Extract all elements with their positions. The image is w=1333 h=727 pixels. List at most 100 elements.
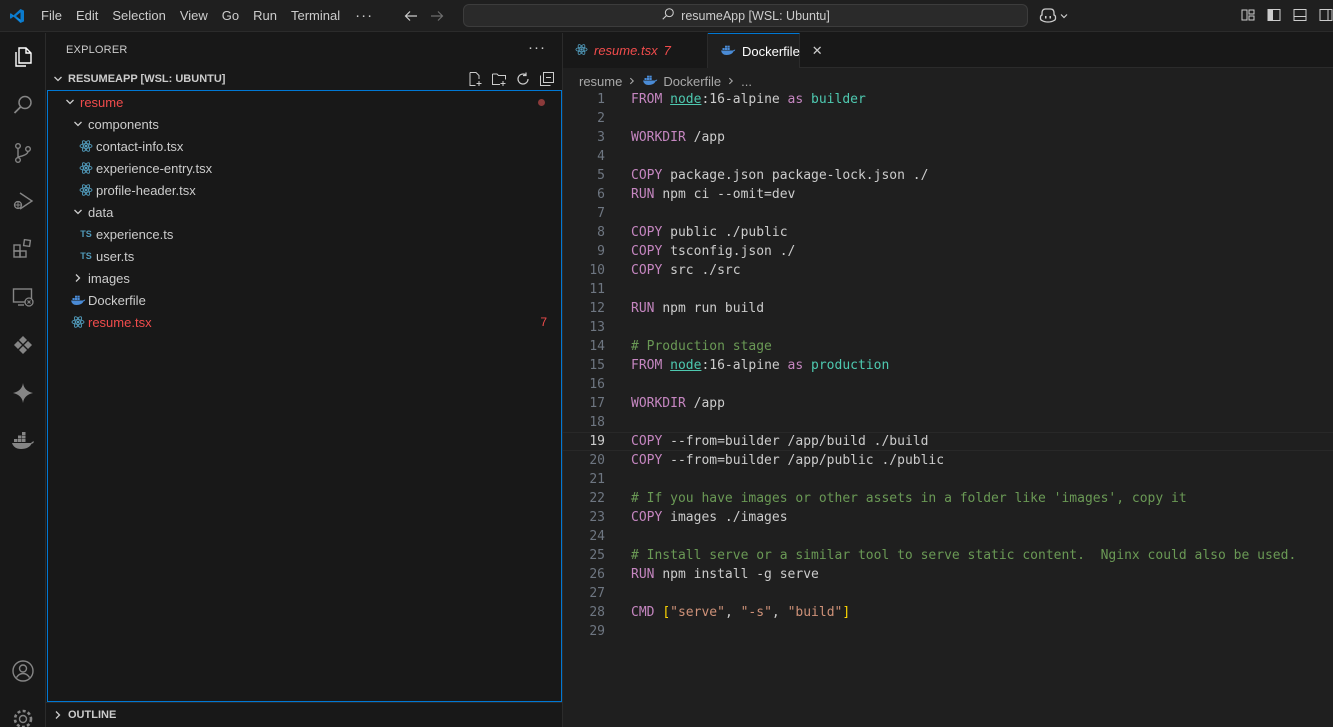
code-token: node bbox=[670, 92, 702, 107]
code-line[interactable]: 27 bbox=[563, 584, 1333, 603]
line-number: 18 bbox=[589, 415, 605, 430]
new-folder-icon[interactable] bbox=[491, 71, 507, 87]
menu-selection[interactable]: Selection bbox=[105, 0, 172, 32]
code-line[interactable]: 26 RUN npm install -g serve bbox=[563, 565, 1333, 584]
menu-run[interactable]: Run bbox=[246, 0, 284, 32]
close-tab-icon[interactable]: ✕ bbox=[812, 43, 823, 59]
line-text: CMD ["serve", "-s", "build"] bbox=[631, 605, 850, 620]
copilot-menu-button[interactable] bbox=[1039, 7, 1069, 26]
code-line[interactable]: 2 bbox=[563, 109, 1333, 128]
code-line[interactable]: 18 bbox=[563, 413, 1333, 432]
accounts-icon[interactable] bbox=[9, 657, 37, 685]
code-token: as bbox=[787, 92, 812, 107]
remote-extension-icon[interactable] bbox=[9, 331, 37, 359]
code-line[interactable]: 7 bbox=[563, 204, 1333, 223]
code-line[interactable]: 9 COPY tsconfig.json ./ bbox=[563, 242, 1333, 261]
code-line[interactable]: 4 bbox=[563, 147, 1333, 166]
explorer-icon[interactable] bbox=[9, 43, 37, 71]
tree-file-contact-info[interactable]: contact-info.tsx bbox=[48, 135, 561, 157]
manage-gear-icon[interactable] bbox=[9, 705, 37, 727]
workspace-header[interactable]: RESUMEAPP [WSL: UBUNTU] bbox=[46, 68, 563, 90]
react-file-icon bbox=[78, 182, 94, 198]
tree-file-user-ts[interactable]: TS user.ts bbox=[48, 245, 561, 267]
tree-label: data bbox=[88, 204, 114, 220]
code-line[interactable]: 14 # Production stage bbox=[563, 337, 1333, 356]
run-and-debug-icon[interactable] bbox=[9, 187, 37, 215]
command-center-search[interactable]: resumeApp [WSL: Ubuntu] bbox=[463, 4, 1028, 27]
menu-view[interactable]: View bbox=[173, 0, 215, 32]
navigation-arrows bbox=[403, 8, 445, 24]
menu-terminal[interactable]: Terminal bbox=[284, 0, 347, 32]
code-line[interactable]: 3 WORKDIR /app bbox=[563, 128, 1333, 147]
tree-folder-components[interactable]: components bbox=[48, 113, 561, 135]
code-token: "-s" bbox=[740, 605, 772, 620]
search-icon[interactable] bbox=[9, 91, 37, 119]
copilot-chat-icon[interactable] bbox=[9, 379, 37, 407]
tab-dockerfile[interactable]: Dockerfile ✕ bbox=[708, 33, 823, 68]
code-line[interactable]: 1 FROM node:16-alpine as builder bbox=[563, 90, 1333, 109]
tree-folder-resume[interactable]: resume bbox=[48, 91, 561, 113]
code-token: RUN bbox=[631, 567, 663, 582]
remote-explorer-icon[interactable] bbox=[9, 283, 37, 311]
tree-file-experience-entry[interactable]: experience-entry.tsx bbox=[48, 157, 561, 179]
code-line[interactable]: 20 COPY --from=builder /app/public ./publ… bbox=[563, 451, 1333, 470]
tree-folder-images[interactable]: images bbox=[48, 267, 561, 289]
code-token: package.json package-lock.json ./ bbox=[670, 168, 929, 183]
code-line[interactable]: 24 bbox=[563, 527, 1333, 546]
toggle-panel-icon[interactable] bbox=[1292, 7, 1308, 23]
code-line[interactable]: 17 WORKDIR /app bbox=[563, 394, 1333, 413]
breadcrumb-item-dockerfile[interactable]: Dockerfile bbox=[663, 74, 721, 89]
code-editor[interactable]: 1 FROM node:16-alpine as builder 2 3 WORKDIR… bbox=[563, 90, 1333, 641]
code-line[interactable]: 21 bbox=[563, 470, 1333, 489]
menu-edit[interactable]: Edit bbox=[69, 0, 105, 32]
code-line[interactable]: 19 COPY --from=builder /app/build ./build bbox=[563, 432, 1333, 451]
react-file-icon bbox=[70, 314, 86, 330]
extensions-icon[interactable] bbox=[9, 235, 37, 263]
menu-go[interactable]: Go bbox=[215, 0, 246, 32]
code-line[interactable]: 13 bbox=[563, 318, 1333, 337]
tree-file-dockerfile[interactable]: Dockerfile bbox=[48, 289, 561, 311]
refresh-icon[interactable] bbox=[515, 71, 531, 87]
chevron-right-icon bbox=[70, 270, 86, 286]
code-line[interactable]: 15 FROM node:16-alpine as production bbox=[563, 356, 1333, 375]
tab-resume-tsx[interactable]: resume.tsx 7 bbox=[563, 33, 708, 68]
line-number: 19 bbox=[589, 434, 605, 449]
explorer-more-actions-button[interactable]: ··· bbox=[528, 39, 546, 56]
tree-folder-data[interactable]: data bbox=[48, 201, 561, 223]
line-text: # If you have images or other assets in … bbox=[631, 491, 1187, 506]
tree-file-experience-ts[interactable]: TS experience.ts bbox=[48, 223, 561, 245]
code-line[interactable]: 11 bbox=[563, 280, 1333, 299]
code-line[interactable]: 23 COPY images ./images bbox=[563, 508, 1333, 527]
code-line[interactable]: 8 COPY public ./public bbox=[563, 223, 1333, 242]
tree-file-resume-tsx[interactable]: resume.tsx 7 bbox=[48, 311, 561, 333]
back-arrow-icon[interactable] bbox=[403, 8, 419, 24]
menu-more-button[interactable]: ··· bbox=[347, 0, 381, 32]
code-line[interactable]: 6 RUN npm ci --omit=dev bbox=[563, 185, 1333, 204]
code-line[interactable]: 22 # If you have images or other assets i… bbox=[563, 489, 1333, 508]
customize-layout-icon[interactable] bbox=[1240, 7, 1256, 23]
code-line[interactable]: 10 COPY src ./src bbox=[563, 261, 1333, 280]
source-control-icon[interactable] bbox=[9, 139, 37, 167]
toggle-primary-sidebar-icon[interactable] bbox=[1266, 7, 1282, 23]
code-line[interactable]: 12 RUN npm run build bbox=[563, 299, 1333, 318]
breadcrumb-item-resume[interactable]: resume bbox=[579, 74, 622, 89]
tree-file-profile-header[interactable]: profile-header.tsx bbox=[48, 179, 561, 201]
code-line[interactable]: 5 COPY package.json package-lock.json ./ bbox=[563, 166, 1333, 185]
breadcrumb-item-more[interactable]: ... bbox=[741, 74, 752, 89]
outline-section-header[interactable]: OUTLINE bbox=[46, 702, 563, 726]
line-number: 17 bbox=[589, 396, 605, 411]
line-text: FROM node:16-alpine as builder bbox=[631, 92, 866, 107]
code-line[interactable]: 29 bbox=[563, 622, 1333, 641]
code-line[interactable]: 28 CMD ["serve", "-s", "build"] bbox=[563, 603, 1333, 622]
collapse-all-icon[interactable] bbox=[539, 71, 555, 87]
new-file-icon[interactable] bbox=[467, 71, 483, 87]
toggle-secondary-sidebar-icon[interactable] bbox=[1318, 7, 1333, 23]
tree-label: contact-info.tsx bbox=[96, 138, 184, 154]
menu-file[interactable]: File bbox=[34, 0, 69, 32]
code-line[interactable]: 16 bbox=[563, 375, 1333, 394]
line-text: COPY --from=builder /app/public ./public bbox=[631, 453, 944, 468]
forward-arrow-icon[interactable] bbox=[429, 8, 445, 24]
code-line[interactable]: 25 # Install serve or a similar tool to s… bbox=[563, 546, 1333, 565]
code-token: WORKDIR bbox=[631, 396, 694, 411]
docker-icon[interactable] bbox=[9, 427, 37, 455]
